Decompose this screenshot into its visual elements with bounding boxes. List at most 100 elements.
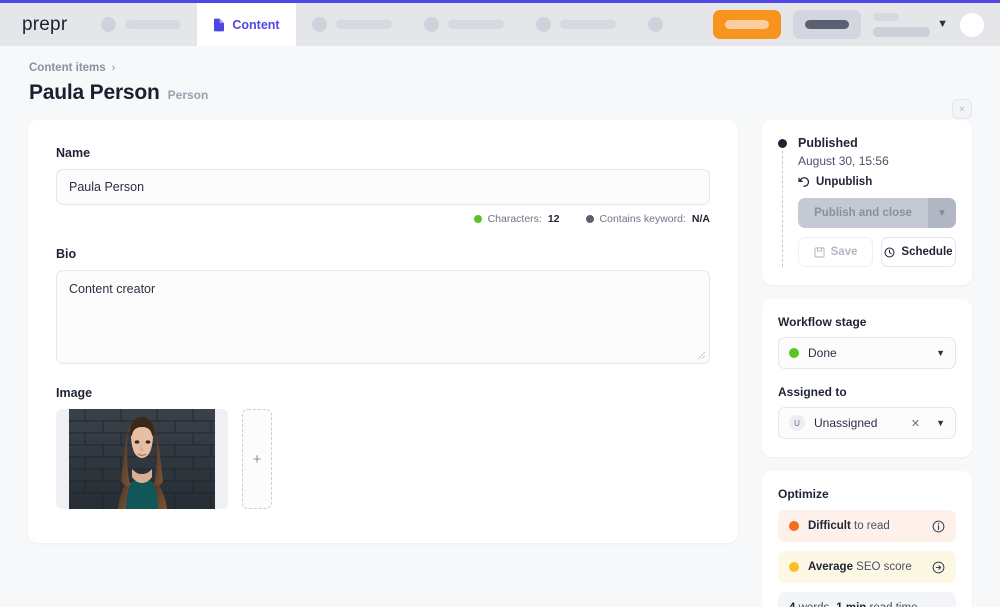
publish-and-close-group: Publish and close ▼ (798, 198, 956, 228)
page-body: Name Paula Person Characters: 12 Contain… (0, 105, 1000, 607)
word-count-label: words (795, 602, 830, 607)
read-time-label: read time (866, 602, 918, 607)
avatar: U (789, 415, 805, 431)
placeholder-icon (423, 17, 439, 32)
publish-options-dropdown[interactable]: ▼ (928, 198, 956, 228)
nav-tab-placeholder-5[interactable] (632, 3, 679, 46)
nav-tab-placeholder-2[interactable] (296, 3, 408, 46)
status-dot-orange (789, 521, 799, 531)
timeline-line (782, 151, 783, 267)
publish-and-close-label: Publish and close (814, 207, 912, 219)
document-icon (213, 18, 225, 32)
schedule-button[interactable]: Schedule (881, 237, 956, 267)
keyword-indicator: Contains keyword: N/A (585, 213, 710, 225)
app-logo[interactable]: prepr (0, 3, 85, 46)
workflow-stage-select[interactable]: Done ▼ (778, 337, 956, 369)
page-title-row: Paula Person Person (0, 74, 1000, 105)
field-image: Image + (56, 386, 710, 509)
arrow-right-circle-icon[interactable] (932, 561, 945, 574)
nav-tab-placeholder[interactable] (85, 3, 197, 46)
assigned-to-label: Assigned to (778, 385, 847, 399)
optimize-panel: Optimize Difficult to read Average SEO s… (762, 471, 972, 607)
publish-status: Published (798, 136, 858, 150)
tab-content-label: Content (232, 17, 280, 32)
workflow-stage-label: Workflow stage (778, 315, 867, 329)
placeholder-label (559, 20, 616, 29)
top-navigation-bar: prepr Content ▼ (0, 0, 1000, 46)
tab-content[interactable]: Content (197, 3, 296, 46)
readability-level: Difficult (808, 520, 851, 532)
optimize-title: Optimize (778, 487, 829, 501)
bio-textarea-value: Content creator (69, 282, 156, 296)
chevron-down-icon: ▼ (937, 18, 948, 30)
status-dot-green (473, 215, 482, 223)
secondary-action-label-placeholder (805, 20, 850, 29)
chevron-down-icon: ▼ (936, 348, 945, 358)
publish-timeline (778, 136, 787, 267)
name-input[interactable]: Paula Person (56, 169, 710, 205)
seo-suffix: SEO score (852, 561, 912, 573)
status-dot-yellow (789, 562, 799, 572)
placeholder-label (125, 20, 182, 29)
status-dot-grey (585, 215, 594, 223)
field-label-image: Image (56, 386, 93, 400)
content-form-card: Name Paula Person Characters: 12 Contain… (28, 120, 738, 543)
publish-and-close-button[interactable]: Publish and close (798, 198, 928, 228)
readability-suffix: to read (850, 520, 890, 532)
readability-row[interactable]: Difficult to read (778, 510, 956, 542)
seo-score-row[interactable]: Average SEO score (778, 551, 956, 583)
assigned-to-select[interactable]: U Unassigned ✕ ▼ (778, 407, 956, 439)
seo-level: Average (808, 561, 853, 573)
breadcrumb: Content items › (0, 46, 1000, 74)
unpublish-button[interactable]: Unpublish (798, 176, 956, 188)
placeholder-label (447, 20, 504, 29)
sidebar: Published August 30, 15:56 Unpublish Pub… (762, 120, 972, 607)
publish-status-block: Published August 30, 15:56 Unpublish Pub… (778, 136, 956, 267)
account-text-placeholder (873, 12, 931, 37)
resize-handle-icon[interactable] (697, 351, 706, 360)
plus-icon: + (252, 450, 262, 468)
page-subtype: Person (167, 88, 209, 102)
clear-icon[interactable]: ✕ (911, 417, 920, 430)
schedule-label: Schedule (901, 246, 953, 258)
chevron-right-icon: › (111, 62, 116, 74)
breadcrumb-item-content-items[interactable]: Content items (29, 62, 106, 74)
save-icon (813, 246, 825, 258)
keyword-label: Contains keyword: (599, 213, 686, 225)
info-icon[interactable] (932, 520, 945, 533)
placeholder-icon (101, 17, 117, 32)
field-name: Name Paula Person Characters: 12 Contain… (56, 146, 710, 225)
workflow-panel: Workflow stage Done ▼ Assigned to U Unas… (762, 299, 972, 457)
name-input-value: Paula Person (69, 180, 145, 194)
close-glyph: × (959, 103, 965, 115)
read-time: 1 min (836, 602, 866, 607)
name-meta-row: Characters: 12 Contains keyword: N/A (56, 213, 710, 225)
secondary-action-button[interactable] (793, 10, 862, 39)
placeholder-label (335, 20, 392, 29)
logo-text: prepr (22, 13, 68, 35)
timeline-dot-icon (778, 139, 787, 148)
close-icon[interactable]: × (952, 99, 972, 119)
nav-tab-placeholder-3[interactable] (408, 3, 520, 46)
publish-date: August 30, 15:56 (798, 154, 889, 168)
save-button[interactable]: Save (798, 237, 873, 267)
avatar[interactable] (960, 12, 984, 37)
save-label: Save (830, 246, 858, 258)
add-image-button[interactable]: + (242, 409, 272, 509)
field-bio: Bio Content creator (56, 247, 710, 364)
workflow-stage-value: Done (808, 346, 837, 360)
placeholder-icon (311, 17, 327, 32)
chevron-down-icon: ▼ (936, 418, 945, 428)
primary-action-button[interactable] (713, 10, 782, 39)
unpublish-label: Unpublish (816, 176, 873, 188)
account-menu[interactable]: ▼ (873, 12, 948, 37)
page-title: Paula Person (29, 81, 160, 104)
bio-textarea[interactable]: Content creator (56, 270, 710, 364)
clock-icon (884, 247, 895, 257)
topbar-right-group: ▼ (713, 3, 1000, 46)
nav-tab-placeholder-4[interactable] (520, 3, 632, 46)
placeholder-icon (535, 17, 551, 32)
chevron-down-icon: ▼ (937, 207, 947, 219)
image-thumbnail[interactable] (56, 409, 228, 509)
publish-panel: Published August 30, 15:56 Unpublish Pub… (762, 120, 972, 285)
